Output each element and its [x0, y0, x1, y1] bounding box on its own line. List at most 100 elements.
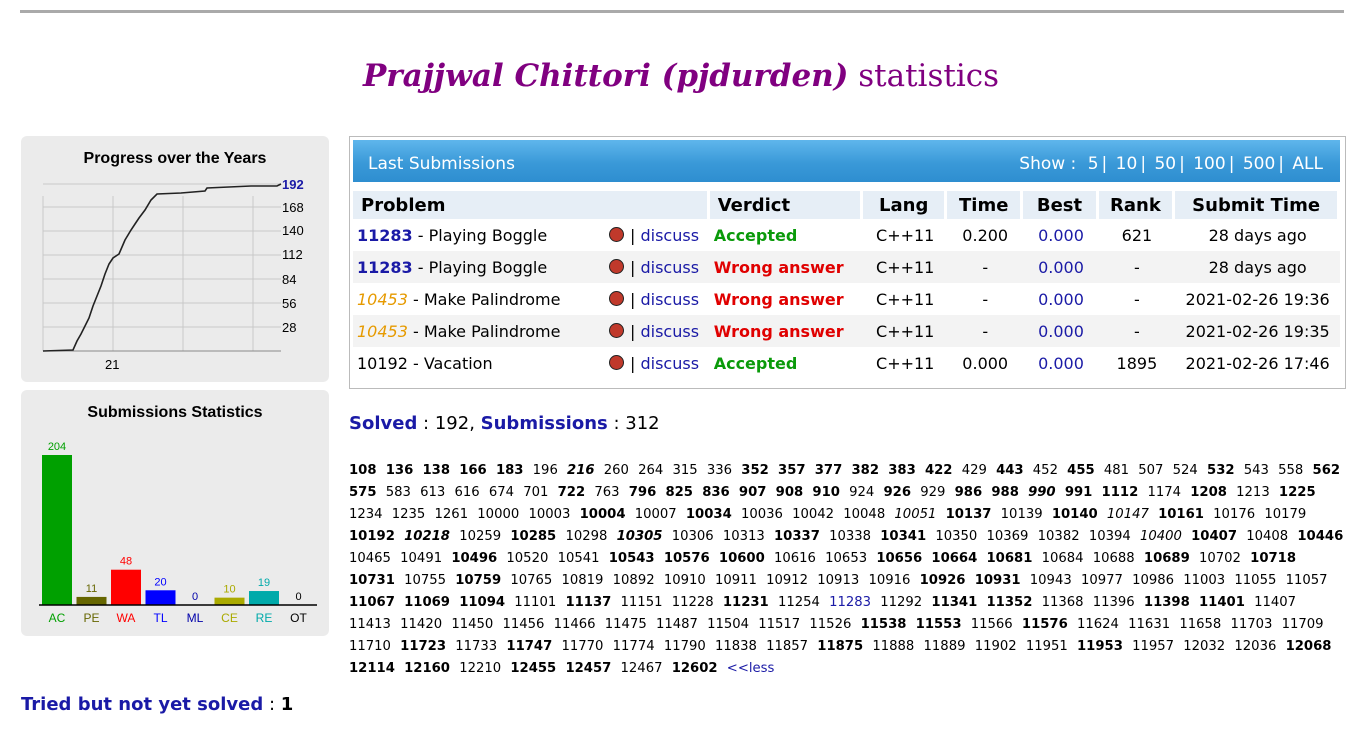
- problem-link[interactable]: 11951: [1026, 639, 1068, 654]
- problem-link[interactable]: 10819: [562, 573, 604, 588]
- problem-link[interactable]: 674: [489, 485, 514, 500]
- problem-link[interactable]: 543: [1244, 463, 1269, 478]
- best-link[interactable]: 0.000: [1023, 347, 1098, 379]
- problem-link[interactable]: 11838: [715, 639, 757, 654]
- problem-link[interactable]: 11790: [664, 639, 706, 654]
- problem-link[interactable]: 10913: [817, 573, 859, 588]
- problem-link[interactable]: 11466: [554, 617, 596, 632]
- solved-label[interactable]: Solved: [349, 413, 417, 434]
- problem-link[interactable]: 10179: [1264, 507, 1306, 522]
- problem-link[interactable]: 10755: [404, 573, 446, 588]
- show-10-link[interactable]: 10: [1116, 154, 1138, 174]
- problem-link[interactable]: 562: [1313, 463, 1341, 478]
- problem-link[interactable]: 452: [1033, 463, 1058, 478]
- discuss-link[interactable]: discuss: [640, 258, 699, 277]
- problem-link[interactable]: 196: [533, 463, 558, 478]
- problem-link[interactable]: 701: [523, 485, 548, 500]
- problem-link[interactable]: 11003: [1183, 573, 1225, 588]
- problem-link[interactable]: 10977: [1081, 573, 1123, 588]
- problem-link[interactable]: 507: [1138, 463, 1163, 478]
- problem-link[interactable]: 10408: [1246, 529, 1288, 544]
- problem-link[interactable]: 10916: [868, 573, 910, 588]
- problem-link[interactable]: 10192: [349, 529, 395, 544]
- problem-link[interactable]: 990: [1028, 485, 1056, 500]
- discuss-link[interactable]: discuss: [640, 354, 699, 373]
- problem-link[interactable]: 10600: [719, 551, 765, 566]
- problem-link[interactable]: 12602: [672, 661, 718, 676]
- problem-link[interactable]: 11526: [809, 617, 851, 632]
- problem-link[interactable]: 10394: [1089, 529, 1131, 544]
- problem-link[interactable]: 929: [920, 485, 945, 500]
- problem-link[interactable]: 926: [884, 485, 912, 500]
- problem-link[interactable]: 583: [386, 485, 411, 500]
- problem-link[interactable]: 10576: [664, 551, 710, 566]
- problem-link[interactable]: 10541: [558, 551, 600, 566]
- problem-link[interactable]: 558: [1278, 463, 1303, 478]
- problem-link[interactable]: 108: [349, 463, 377, 478]
- problem-link[interactable]: 10147: [1107, 507, 1149, 522]
- problem-link[interactable]: 10338: [829, 529, 871, 544]
- problem-link[interactable]: 10931: [975, 573, 1021, 588]
- problem-link[interactable]: 11341: [931, 595, 977, 610]
- problem-link[interactable]: 183: [496, 463, 524, 478]
- problem-link[interactable]: 1213: [1236, 485, 1270, 500]
- problem-link[interactable]: 10306: [672, 529, 714, 544]
- problem-link[interactable]: 1225: [1279, 485, 1316, 500]
- problem-link[interactable]: 11487: [656, 617, 698, 632]
- show-100-link[interactable]: 100: [1193, 154, 1225, 174]
- problem-link[interactable]: 10004: [580, 507, 626, 522]
- problem-link[interactable]: 12455: [510, 661, 556, 676]
- problem-link[interactable]: 10285: [510, 529, 556, 544]
- problem-link[interactable]: 12114: [349, 661, 395, 676]
- problem-link[interactable]: 10042: [792, 507, 834, 522]
- problem-link[interactable]: 11953: [1077, 639, 1123, 654]
- problem-id-link[interactable]: 11283: [357, 226, 413, 245]
- problem-link[interactable]: 10718: [1250, 551, 1296, 566]
- problem-link[interactable]: 524: [1173, 463, 1198, 478]
- problem-link[interactable]: 836: [702, 485, 730, 500]
- problem-link[interactable]: 10051: [894, 507, 936, 522]
- problem-link[interactable]: 10689: [1144, 551, 1190, 566]
- problem-link[interactable]: 10369: [987, 529, 1029, 544]
- problem-link[interactable]: 1174: [1147, 485, 1181, 500]
- problem-link[interactable]: 988: [991, 485, 1019, 500]
- problem-link[interactable]: 11774: [613, 639, 655, 654]
- problem-link[interactable]: 12068: [1286, 639, 1332, 654]
- problem-link[interactable]: 422: [925, 463, 953, 478]
- best-link[interactable]: 0.000: [1023, 219, 1098, 251]
- submissions-label[interactable]: Submissions: [481, 413, 608, 434]
- problem-link[interactable]: 10943: [1030, 573, 1072, 588]
- problem-link[interactable]: 264: [638, 463, 663, 478]
- problem-link[interactable]: 10298: [565, 529, 607, 544]
- problem-link[interactable]: 11069: [404, 595, 450, 610]
- problem-link[interactable]: 11396: [1093, 595, 1135, 610]
- problem-link[interactable]: 12036: [1234, 639, 1276, 654]
- problem-link[interactable]: 11658: [1179, 617, 1221, 632]
- best-link[interactable]: 0.000: [1023, 251, 1099, 283]
- bug-icon[interactable]: [609, 354, 624, 370]
- problem-link[interactable]: 455: [1067, 463, 1095, 478]
- problem-link[interactable]: 10688: [1093, 551, 1135, 566]
- problem-link[interactable]: 383: [888, 463, 916, 478]
- problem-link[interactable]: 11709: [1282, 617, 1324, 632]
- problem-link[interactable]: 10337: [774, 529, 820, 544]
- problem-link[interactable]: 10702: [1199, 551, 1241, 566]
- problem-link[interactable]: 11770: [562, 639, 604, 654]
- problem-link[interactable]: 986: [955, 485, 983, 500]
- problem-link[interactable]: 924: [849, 485, 874, 500]
- problem-link[interactable]: 10139: [1001, 507, 1043, 522]
- problem-link[interactable]: 10341: [880, 529, 926, 544]
- problem-link[interactable]: 10892: [613, 573, 655, 588]
- problem-link[interactable]: 12210: [459, 661, 501, 676]
- problem-link[interactable]: 11504: [707, 617, 749, 632]
- problem-link[interactable]: 11368: [1042, 595, 1084, 610]
- problem-link[interactable]: 907: [739, 485, 767, 500]
- problem-link[interactable]: 429: [962, 463, 987, 478]
- problem-link[interactable]: 613: [420, 485, 445, 500]
- problem-link[interactable]: 991: [1065, 485, 1093, 500]
- discuss-link[interactable]: discuss: [640, 290, 699, 309]
- problem-link[interactable]: 10926: [920, 573, 966, 588]
- problem-link[interactable]: 11875: [817, 639, 863, 654]
- problem-link[interactable]: 11888: [872, 639, 914, 654]
- problem-link[interactable]: 10765: [510, 573, 552, 588]
